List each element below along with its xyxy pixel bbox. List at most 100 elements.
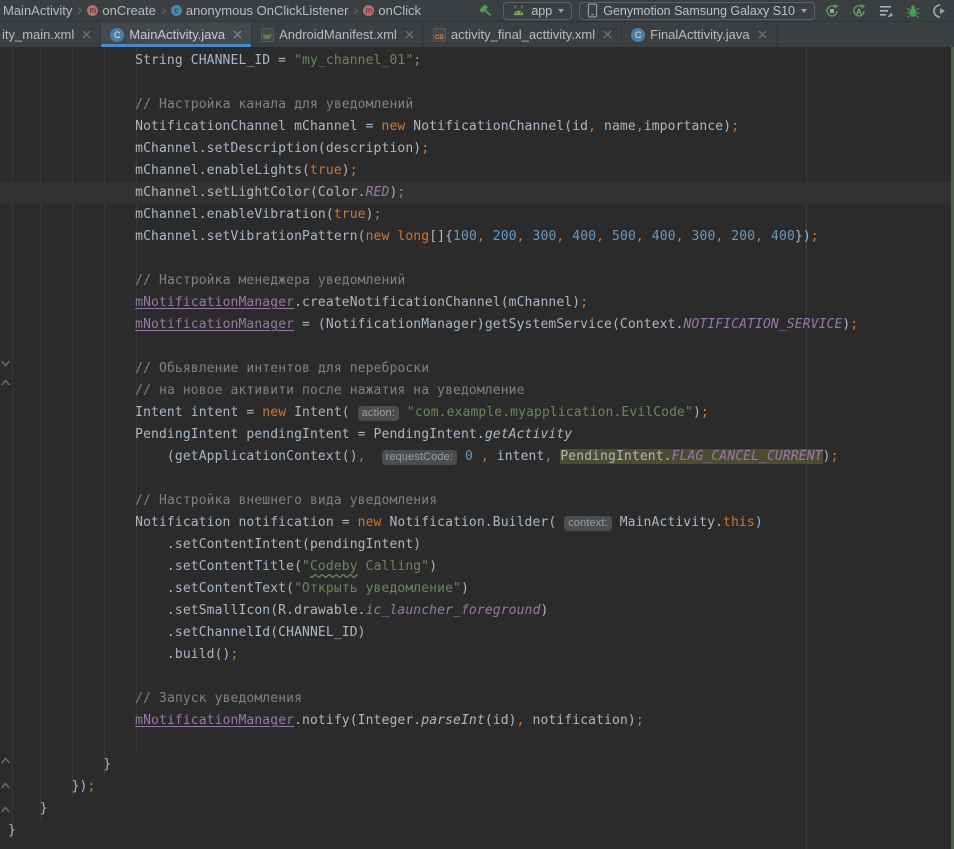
rerun-button[interactable]	[822, 2, 842, 20]
code-token: PendingIntent.	[560, 449, 671, 464]
tab-finalacttivity-java[interactable]: C FinalActtivity.java	[622, 22, 776, 47]
code-token: new	[366, 229, 390, 244]
code-line[interactable]: mChannel.setVibrationPattern(new long[]{…	[0, 226, 954, 248]
close-icon[interactable]	[233, 30, 242, 39]
code-token: = (NotificationManager)getSystemService(…	[294, 317, 683, 332]
code-line[interactable]: Intent intent = new Intent( action: "com…	[0, 402, 954, 424]
code-token: importance)	[644, 119, 731, 134]
tab-androidmanifest-xml[interactable]: MF AndroidManifest.xml	[252, 22, 424, 47]
tab-activity-final-acttivity-xml[interactable]: CD activity_final_acttivity.xml	[424, 22, 622, 47]
tab-mainactivity-java[interactable]: C MainActivity.java	[101, 22, 252, 47]
close-icon[interactable]	[405, 30, 414, 39]
code-line[interactable]: // на новое активити после нажатия на ув…	[0, 380, 954, 402]
code-line[interactable]: (getApplicationContext(), requestCode: 0…	[0, 446, 954, 468]
code-line[interactable]: Notification notification = new Notifica…	[0, 512, 954, 534]
code-line[interactable]: .build();	[0, 644, 954, 666]
breadcrumb-item-mainactivity[interactable]: MainActivity	[1, 3, 74, 18]
code-line[interactable]: .setChannelId(CHANNEL_ID)	[0, 622, 954, 644]
code-line[interactable]: .setContentTitle("Codeby Calling")	[0, 556, 954, 578]
code-token: mChannel.setLightColor(Color.	[8, 185, 366, 200]
code-token: ;	[374, 207, 382, 222]
tab-label: AndroidManifest.xml	[279, 27, 397, 42]
close-icon[interactable]	[82, 30, 91, 39]
code-line[interactable]	[0, 248, 954, 270]
close-icon[interactable]	[758, 30, 767, 39]
tab-activity-main-xml[interactable]: ity_main.xml	[0, 22, 101, 47]
code-line[interactable]: .setSmallIcon(R.drawable.ic_launcher_for…	[0, 600, 954, 622]
code-line[interactable]: }	[0, 798, 954, 820]
code-token: // Запуск уведомления	[135, 691, 302, 706]
run-configuration-select[interactable]: app	[503, 2, 572, 20]
code-token: // Настройка внешнего вида уведомления	[135, 493, 437, 508]
code-line[interactable]	[0, 72, 954, 94]
fold-marker-up-icon[interactable]	[0, 377, 11, 388]
code-token: (id)	[485, 713, 517, 728]
code-line[interactable]: mChannel.enableLights(true);	[0, 160, 954, 182]
code-line[interactable]	[0, 732, 954, 754]
code-token: mNotificationManager	[135, 713, 294, 728]
code-line[interactable]: });	[0, 776, 954, 798]
code-line[interactable]: mNotificationManager.createNotificationC…	[0, 292, 954, 314]
code-token: }	[8, 801, 48, 816]
rerun-icon	[824, 3, 840, 19]
code-token: )	[366, 207, 374, 222]
code-line[interactable]: // Настройка внешнего вида уведомления	[0, 490, 954, 512]
fold-marker-up-icon[interactable]	[0, 780, 11, 791]
tab-label: activity_final_acttivity.xml	[451, 27, 595, 42]
breadcrumb-item-onclick[interactable]: m onClick	[361, 3, 423, 18]
fold-marker-down-icon[interactable]	[0, 358, 11, 369]
code-line[interactable]: PendingIntent pendingIntent = PendingInt…	[0, 424, 954, 446]
code-line[interactable]: // Обьявление интентов для переброски	[0, 358, 954, 380]
code-token: )	[540, 603, 548, 618]
apply-changes-button[interactable]: A	[849, 2, 869, 20]
code-line[interactable]: mChannel.enableVibration(true);	[0, 204, 954, 226]
debug-icon	[905, 3, 921, 19]
code-line[interactable]: mChannel.setLightColor(Color.RED);	[0, 182, 954, 204]
code-token: .setContentTitle(	[8, 559, 302, 574]
code-line[interactable]	[0, 468, 954, 490]
code-token	[8, 713, 135, 728]
code-line[interactable]: // Настройка канала для уведомлений	[0, 94, 954, 116]
build-button[interactable]	[476, 2, 496, 20]
code-line[interactable]: .setContentIntent(pendingIntent)	[0, 534, 954, 556]
code-line[interactable]: // Настройка менеджера уведомлений	[0, 270, 954, 292]
code-editor: String CHANNEL_ID = "my_channel_01"; // …	[0, 47, 954, 849]
svg-text:A: A	[856, 7, 862, 16]
run-toolbar: app Genymotion Samsung Galaxy S10 A	[476, 2, 950, 20]
code-token	[457, 449, 465, 464]
fold-marker-up-icon[interactable]	[0, 755, 11, 766]
code-line[interactable]: }	[0, 820, 954, 842]
code-token: intent	[489, 449, 545, 464]
code-token: this	[723, 515, 755, 530]
code-area[interactable]: String CHANNEL_ID = "my_channel_01"; // …	[0, 50, 954, 842]
device-select[interactable]: Genymotion Samsung Galaxy S10	[579, 2, 815, 20]
java-class-icon: C	[110, 28, 124, 42]
breadcrumb-item-anonymous-onclicklistener[interactable]: c anonymous OnClickListener	[169, 3, 351, 18]
code-line[interactable]: mChannel.setDescription(description);	[0, 138, 954, 160]
code-line[interactable]	[0, 666, 954, 688]
code-line[interactable]: // Запуск уведомления	[0, 688, 954, 710]
apply-changes-icon: A	[851, 3, 867, 19]
code-token: new	[262, 405, 286, 420]
code-token: ;	[413, 53, 421, 68]
breadcrumb-item-oncreate[interactable]: m onCreate	[85, 3, 157, 18]
code-token: String CHANNEL_ID =	[8, 53, 294, 68]
chevron-right-icon	[75, 7, 82, 14]
code-line[interactable]: mNotificationManager.notify(Integer.pars…	[0, 710, 954, 732]
code-line[interactable]: .setContentText("Открыть уведомление")	[0, 578, 954, 600]
breadcrumb: MainActivity m onCreate c anonymous OnCl…	[0, 3, 423, 18]
code-line[interactable]: NotificationChannel mChannel = new Notif…	[0, 116, 954, 138]
profiler-button[interactable]	[930, 2, 950, 20]
code-token: ;	[87, 779, 95, 794]
close-icon[interactable]	[603, 30, 612, 39]
code-token: "Открыть уведомление"	[294, 581, 461, 596]
code-token: 100	[453, 229, 477, 244]
code-token	[8, 295, 135, 310]
apply-code-changes-button[interactable]	[876, 2, 896, 20]
code-line[interactable]: }	[0, 754, 954, 776]
fold-marker-up-icon[interactable]	[0, 804, 11, 815]
debug-button[interactable]	[903, 2, 923, 20]
code-line[interactable]: mNotificationManager = (NotificationMana…	[0, 314, 954, 336]
code-line[interactable]	[0, 336, 954, 358]
code-line[interactable]: String CHANNEL_ID = "my_channel_01";	[0, 50, 954, 72]
